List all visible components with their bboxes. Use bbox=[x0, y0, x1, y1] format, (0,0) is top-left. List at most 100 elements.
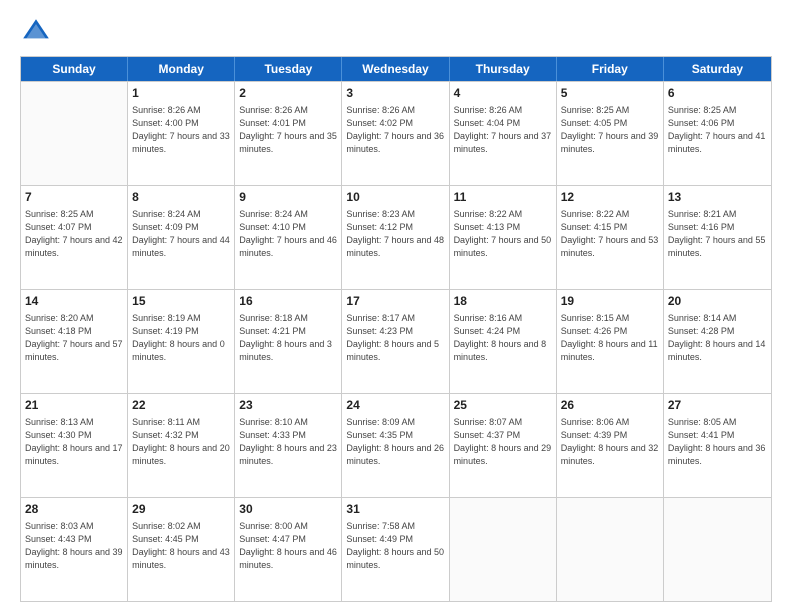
day-cell-29: 29Sunrise: 8:02 AMSunset: 4:45 PMDayligh… bbox=[128, 498, 235, 601]
day-number: 21 bbox=[25, 397, 123, 414]
day-number: 13 bbox=[668, 189, 767, 206]
week-row-5: 28 Sunrise: 8:03 AMSunset: 4:43 PMDayligh… bbox=[21, 497, 771, 601]
day-number: 19 bbox=[561, 293, 659, 310]
cell-info: Sunrise: 8:23 AMSunset: 4:12 PMDaylight:… bbox=[346, 208, 444, 260]
day-cell-18: 18 Sunrise: 8:16 AMSunset: 4:24 PMDayligh… bbox=[450, 290, 557, 393]
cell-info: Sunrise: 8:25 AMSunset: 4:06 PMDaylight:… bbox=[668, 104, 767, 156]
day-cell-26: 26 Sunrise: 8:06 AMSunset: 4:39 PMDayligh… bbox=[557, 394, 664, 497]
day-number: 5 bbox=[561, 85, 659, 102]
day-cell-25: 25Sunrise: 8:07 AMSunset: 4:37 PMDayligh… bbox=[450, 394, 557, 497]
header-day-wednesday: Wednesday bbox=[342, 57, 449, 81]
cell-info: Sunrise: 8:24 AMSunset: 4:10 PMDaylight:… bbox=[239, 208, 337, 260]
cell-info: Sunrise: 8:22 AMSunset: 4:15 PMDaylight:… bbox=[561, 208, 659, 260]
day-number: 31 bbox=[346, 501, 444, 518]
day-cell-27: 27Sunrise: 8:05 AMSunset: 4:41 PMDayligh… bbox=[664, 394, 771, 497]
calendar-body: 1 Sunrise: 8:26 AMSunset: 4:00 PMDaylight… bbox=[21, 81, 771, 601]
cell-info: Sunrise: 8:02 AMSunset: 4:45 PMDaylight:… bbox=[132, 520, 230, 572]
day-cell-19: 19 Sunrise: 8:15 AMSunset: 4:26 PMDayligh… bbox=[557, 290, 664, 393]
cell-info: Sunrise: 8:13 AMSunset: 4:30 PMDaylight:… bbox=[25, 416, 123, 468]
day-cell-12: 12 Sunrise: 8:22 AMSunset: 4:15 PMDayligh… bbox=[557, 186, 664, 289]
day-number: 7 bbox=[25, 189, 123, 206]
cell-info: Sunrise: 8:26 AMSunset: 4:02 PMDaylight:… bbox=[346, 104, 444, 156]
day-number: 28 bbox=[25, 501, 123, 518]
cell-info: Sunrise: 8:24 AMSunset: 4:09 PMDaylight:… bbox=[132, 208, 230, 260]
day-number: 20 bbox=[668, 293, 767, 310]
cell-info: Sunrise: 8:21 AMSunset: 4:16 PMDaylight:… bbox=[668, 208, 767, 260]
day-cell-5: 5 Sunrise: 8:25 AMSunset: 4:05 PMDaylight… bbox=[557, 82, 664, 185]
header-day-monday: Monday bbox=[128, 57, 235, 81]
cell-info: Sunrise: 8:09 AMSunset: 4:35 PMDaylight:… bbox=[346, 416, 444, 468]
day-cell-empty-0-0 bbox=[21, 82, 128, 185]
day-cell-7: 7 Sunrise: 8:25 AMSunset: 4:07 PMDaylight… bbox=[21, 186, 128, 289]
cell-info: Sunrise: 8:06 AMSunset: 4:39 PMDaylight:… bbox=[561, 416, 659, 468]
cell-info: Sunrise: 8:25 AMSunset: 4:05 PMDaylight:… bbox=[561, 104, 659, 156]
day-cell-24: 24 Sunrise: 8:09 AMSunset: 4:35 PMDayligh… bbox=[342, 394, 449, 497]
cell-info: Sunrise: 8:26 AMSunset: 4:00 PMDaylight:… bbox=[132, 104, 230, 156]
header-day-tuesday: Tuesday bbox=[235, 57, 342, 81]
day-number: 2 bbox=[239, 85, 337, 102]
day-cell-13: 13 Sunrise: 8:21 AMSunset: 4:16 PMDayligh… bbox=[664, 186, 771, 289]
calendar: SundayMondayTuesdayWednesdayThursdayFrid… bbox=[20, 56, 772, 602]
cell-info: Sunrise: 8:16 AMSunset: 4:24 PMDaylight:… bbox=[454, 312, 552, 364]
day-cell-15: 15 Sunrise: 8:19 AMSunset: 4:19 PMDayligh… bbox=[128, 290, 235, 393]
cell-info: Sunrise: 8:18 AMSunset: 4:21 PMDaylight:… bbox=[239, 312, 337, 364]
cell-info: Sunrise: 8:26 AMSunset: 4:04 PMDaylight:… bbox=[454, 104, 552, 156]
day-number: 11 bbox=[454, 189, 552, 206]
day-number: 6 bbox=[668, 85, 767, 102]
day-number: 15 bbox=[132, 293, 230, 310]
cell-info: Sunrise: 8:00 AMSunset: 4:47 PMDaylight:… bbox=[239, 520, 337, 572]
week-row-2: 7 Sunrise: 8:25 AMSunset: 4:07 PMDaylight… bbox=[21, 185, 771, 289]
day-cell-22: 22 Sunrise: 8:11 AMSunset: 4:32 PMDayligh… bbox=[128, 394, 235, 497]
day-cell-30: 30Sunrise: 8:00 AMSunset: 4:47 PMDayligh… bbox=[235, 498, 342, 601]
cell-info: Sunrise: 8:25 AMSunset: 4:07 PMDaylight:… bbox=[25, 208, 123, 260]
day-cell-9: 9Sunrise: 8:24 AMSunset: 4:10 PMDaylight… bbox=[235, 186, 342, 289]
logo-icon bbox=[20, 16, 52, 48]
cell-info: Sunrise: 8:20 AMSunset: 4:18 PMDaylight:… bbox=[25, 312, 123, 364]
header bbox=[20, 16, 772, 48]
page: SundayMondayTuesdayWednesdayThursdayFrid… bbox=[0, 0, 792, 612]
day-cell-11: 11 Sunrise: 8:22 AMSunset: 4:13 PMDayligh… bbox=[450, 186, 557, 289]
cell-info: Sunrise: 8:19 AMSunset: 4:19 PMDaylight:… bbox=[132, 312, 230, 364]
day-number: 18 bbox=[454, 293, 552, 310]
day-cell-14: 14Sunrise: 8:20 AMSunset: 4:18 PMDayligh… bbox=[21, 290, 128, 393]
cell-info: Sunrise: 8:14 AMSunset: 4:28 PMDaylight:… bbox=[668, 312, 767, 364]
day-cell-3: 3 Sunrise: 8:26 AMSunset: 4:02 PMDaylight… bbox=[342, 82, 449, 185]
week-row-1: 1 Sunrise: 8:26 AMSunset: 4:00 PMDaylight… bbox=[21, 81, 771, 185]
day-number: 16 bbox=[239, 293, 337, 310]
day-number: 22 bbox=[132, 397, 230, 414]
day-number: 27 bbox=[668, 397, 767, 414]
header-day-saturday: Saturday bbox=[664, 57, 771, 81]
day-cell-16: 16 Sunrise: 8:18 AMSunset: 4:21 PMDayligh… bbox=[235, 290, 342, 393]
header-day-friday: Friday bbox=[557, 57, 664, 81]
day-cell-10: 10 Sunrise: 8:23 AMSunset: 4:12 PMDayligh… bbox=[342, 186, 449, 289]
logo bbox=[20, 16, 58, 48]
cell-info: Sunrise: 8:03 AMSunset: 4:43 PMDaylight:… bbox=[25, 520, 123, 572]
calendar-header-row: SundayMondayTuesdayWednesdayThursdayFrid… bbox=[21, 57, 771, 81]
day-cell-28: 28 Sunrise: 8:03 AMSunset: 4:43 PMDayligh… bbox=[21, 498, 128, 601]
day-number: 1 bbox=[132, 85, 230, 102]
day-cell-1: 1 Sunrise: 8:26 AMSunset: 4:00 PMDaylight… bbox=[128, 82, 235, 185]
day-cell-2: 2Sunrise: 8:26 AMSunset: 4:01 PMDaylight… bbox=[235, 82, 342, 185]
week-row-3: 14Sunrise: 8:20 AMSunset: 4:18 PMDayligh… bbox=[21, 289, 771, 393]
day-number: 26 bbox=[561, 397, 659, 414]
day-number: 10 bbox=[346, 189, 444, 206]
cell-info: Sunrise: 8:07 AMSunset: 4:37 PMDaylight:… bbox=[454, 416, 552, 468]
day-cell-4: 4 Sunrise: 8:26 AMSunset: 4:04 PMDaylight… bbox=[450, 82, 557, 185]
day-cell-empty-4-5 bbox=[557, 498, 664, 601]
cell-info: Sunrise: 7:58 AMSunset: 4:49 PMDaylight:… bbox=[346, 520, 444, 572]
day-number: 24 bbox=[346, 397, 444, 414]
cell-info: Sunrise: 8:11 AMSunset: 4:32 PMDaylight:… bbox=[132, 416, 230, 468]
cell-info: Sunrise: 8:10 AMSunset: 4:33 PMDaylight:… bbox=[239, 416, 337, 468]
day-number: 4 bbox=[454, 85, 552, 102]
cell-info: Sunrise: 8:15 AMSunset: 4:26 PMDaylight:… bbox=[561, 312, 659, 364]
day-number: 17 bbox=[346, 293, 444, 310]
week-row-4: 21 Sunrise: 8:13 AMSunset: 4:30 PMDayligh… bbox=[21, 393, 771, 497]
day-cell-17: 17Sunrise: 8:17 AMSunset: 4:23 PMDayligh… bbox=[342, 290, 449, 393]
day-number: 3 bbox=[346, 85, 444, 102]
day-cell-8: 8Sunrise: 8:24 AMSunset: 4:09 PMDaylight… bbox=[128, 186, 235, 289]
day-number: 12 bbox=[561, 189, 659, 206]
day-cell-23: 23Sunrise: 8:10 AMSunset: 4:33 PMDayligh… bbox=[235, 394, 342, 497]
header-day-thursday: Thursday bbox=[450, 57, 557, 81]
day-cell-20: 20 Sunrise: 8:14 AMSunset: 4:28 PMDayligh… bbox=[664, 290, 771, 393]
cell-info: Sunrise: 8:22 AMSunset: 4:13 PMDaylight:… bbox=[454, 208, 552, 260]
